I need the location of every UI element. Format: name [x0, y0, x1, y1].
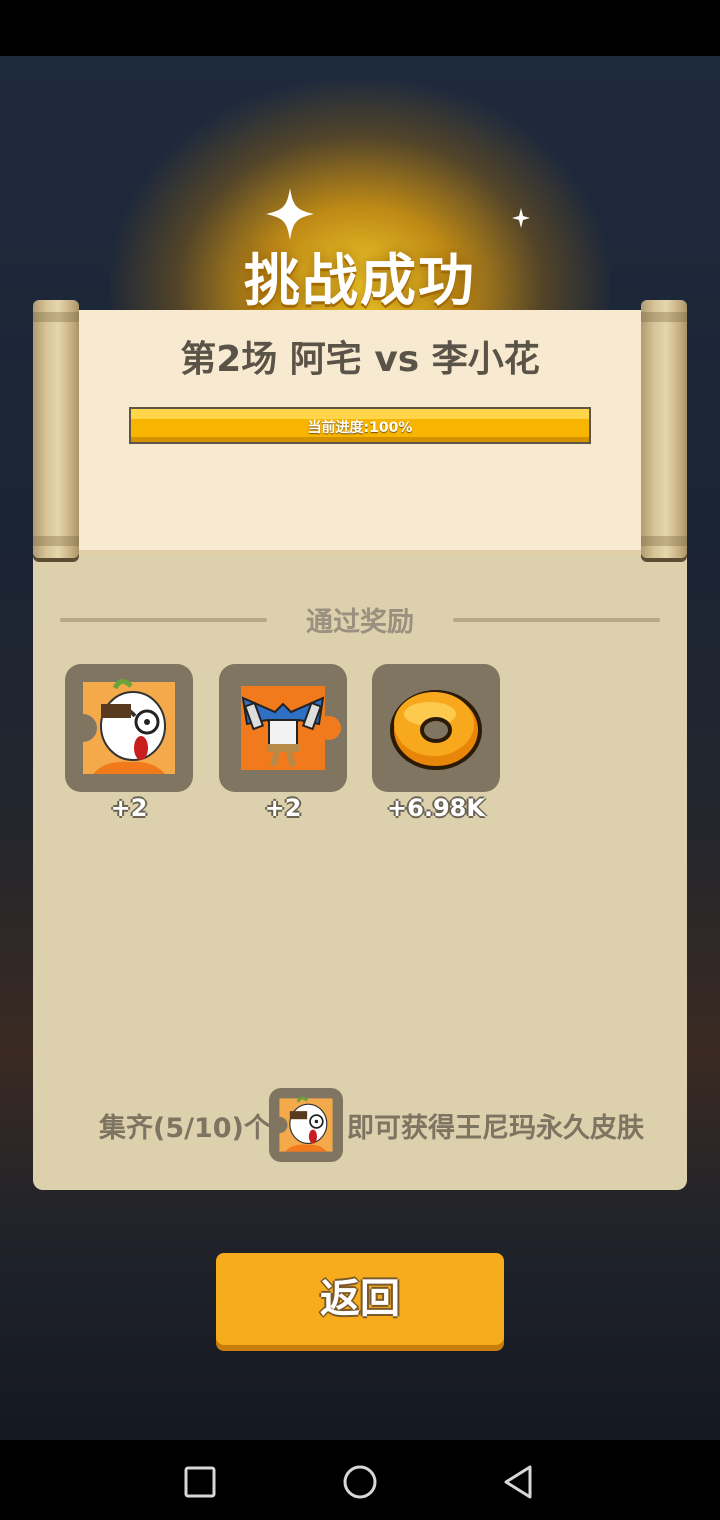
reward-icon-box [372, 664, 500, 792]
collect-icon-box [269, 1088, 343, 1162]
reward-item: +6.98K [372, 664, 500, 822]
rewards-section-title: 通过奖励 [306, 607, 414, 638]
sparkle-icon [266, 188, 314, 240]
character-puzzle-icon [69, 679, 175, 774]
collect-hint: 集齐(5/10)个 即可获得王尼玛永久皮肤 [33, 1088, 687, 1162]
character-puzzle-icon [271, 1096, 333, 1152]
back-button-label: 返回 [320, 1277, 400, 1321]
reward-count: +2 [264, 794, 302, 822]
progress-text: 当前进度:100% [307, 420, 413, 436]
progress-bar: 当前进度:100% [129, 407, 591, 444]
navigation-bar [0, 1440, 720, 1520]
home-icon[interactable] [338, 1460, 382, 1504]
back-icon[interactable] [498, 1460, 542, 1504]
outfit-puzzle-icon [241, 686, 341, 770]
sparkle-small-icon [512, 208, 530, 228]
back-button[interactable]: 返回 [216, 1253, 504, 1345]
status-bar [0, 0, 720, 56]
reward-icon-box [65, 664, 193, 792]
donut-coin-icon [390, 690, 482, 770]
match-title: 第2场 阿宅 vs 李小花 [180, 339, 540, 380]
reward-item: +2 [65, 664, 193, 822]
victory-title: 挑战成功 [244, 249, 476, 314]
collect-suffix: 即可获得王尼玛永久皮肤 [347, 1113, 644, 1144]
recent-apps-icon[interactable] [178, 1460, 222, 1504]
reward-item: +2 [219, 664, 347, 822]
reward-count: +6.98K [387, 794, 485, 822]
reward-count: +2 [110, 794, 148, 822]
reward-icon-box [219, 664, 347, 792]
collect-prefix: 集齐(5/10)个 [99, 1113, 271, 1144]
